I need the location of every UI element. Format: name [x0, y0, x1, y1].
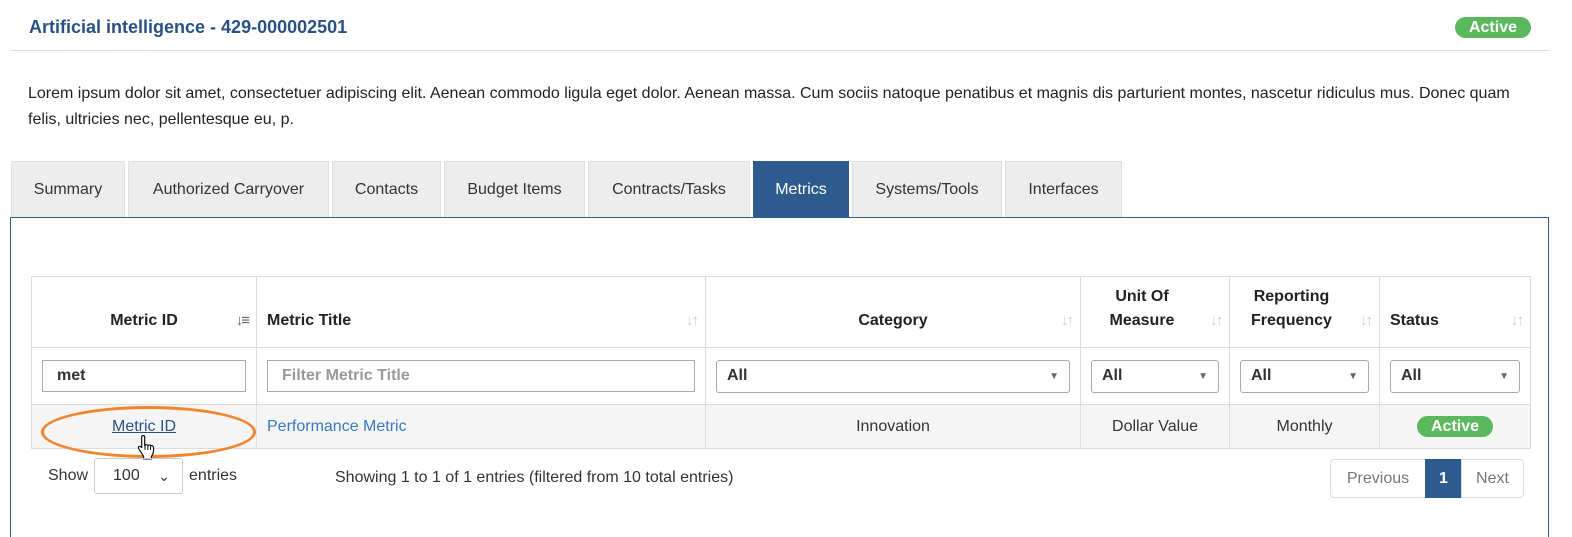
column-header-label-line2: Measure	[1109, 312, 1175, 329]
chevron-down-icon: ▼	[1049, 370, 1059, 382]
unit-cell: Dollar Value	[1080, 404, 1230, 449]
metric-title-cell: Performance Metric	[256, 404, 706, 449]
sort-icon[interactable]: ↓↑	[686, 309, 699, 333]
column-header-label: Status	[1390, 312, 1439, 329]
metric-id-link[interactable]: Metric ID	[112, 418, 176, 435]
sort-icon[interactable]: ↓↑	[1210, 309, 1223, 333]
metrics-panel: Metric ID ↓≡ Metric Title ↓↑ Category ↓↑…	[10, 217, 1549, 537]
sort-icon[interactable]: ↓↑	[1511, 309, 1524, 333]
pagination: Previous 1 Next	[1330, 459, 1524, 498]
select-value: All	[727, 367, 748, 384]
tab-contacts[interactable]: Contacts	[332, 161, 441, 217]
tab-contracts-tasks[interactable]: Contracts/Tasks	[588, 161, 750, 217]
metric-id-filter-input[interactable]	[42, 360, 246, 392]
status-badge: Active	[1454, 17, 1531, 38]
hand-pointer-icon	[137, 434, 155, 460]
tab-metrics[interactable]: Metrics	[753, 161, 849, 218]
filter-cell: All ▼	[705, 347, 1081, 405]
metric-title-filter-input[interactable]	[267, 360, 695, 392]
column-header-label: Metric Title	[267, 312, 352, 329]
column-header-label: Metric ID	[110, 312, 178, 329]
status-filter-select[interactable]: All ▼	[1390, 359, 1520, 393]
select-value: All	[1251, 367, 1272, 384]
page-1-button[interactable]: 1	[1425, 459, 1462, 498]
chevron-down-icon: ▼	[1499, 370, 1509, 382]
show-label: Show	[48, 467, 89, 484]
category-filter-select[interactable]: All ▼	[716, 359, 1070, 393]
column-header-metric-id[interactable]: Metric ID ↓≡	[31, 276, 257, 348]
previous-page-button[interactable]: Previous	[1330, 459, 1426, 498]
column-header-unit-of-measure[interactable]: Unit Of Measure ↓↑	[1080, 276, 1230, 348]
page-header: Artificial intelligence - 429-000002501 …	[11, 0, 1549, 51]
table-info: Showing 1 to 1 of 1 entries (filtered fr…	[335, 469, 734, 486]
column-header-label: Unit Of	[1115, 288, 1169, 305]
column-header-status[interactable]: Status ↓↑	[1379, 276, 1531, 348]
table-row: Metric ID Performance Metric Innovation …	[31, 404, 1531, 449]
next-page-button[interactable]: Next	[1461, 459, 1524, 498]
filter-cell: All ▼	[1229, 347, 1380, 405]
column-header-label: Reporting	[1253, 288, 1330, 305]
chevron-down-icon: ▼	[1348, 370, 1358, 382]
category-cell: Innovation	[705, 404, 1081, 449]
column-header-label-line2: Frequency	[1251, 312, 1332, 329]
column-header-label: Category	[858, 312, 928, 329]
filter-cell	[256, 347, 706, 405]
column-header-metric-title[interactable]: Metric Title ↓↑	[256, 276, 706, 348]
tab-budget-items[interactable]: Budget Items	[444, 161, 585, 217]
page-length-control: Show 100 ⌄ entries	[48, 458, 237, 494]
status-badge: Active	[1416, 416, 1494, 437]
tab-authorized-carryover[interactable]: Authorized Carryover	[128, 161, 329, 217]
select-value: All	[1102, 367, 1123, 384]
unit-filter-select[interactable]: All ▼	[1091, 359, 1219, 393]
frequency-filter-select[interactable]: All ▼	[1240, 359, 1369, 393]
sort-icon[interactable]: ↓↑	[1360, 309, 1373, 333]
tab-summary[interactable]: Summary	[11, 161, 125, 217]
chevron-down-icon: ⌄	[158, 467, 171, 484]
column-header-category[interactable]: Category ↓↑	[705, 276, 1081, 348]
metric-title-link[interactable]: Performance Metric	[267, 418, 407, 435]
filter-cell: All ▼	[1379, 347, 1531, 405]
chevron-down-icon: ▼	[1198, 370, 1208, 382]
page-title: Artificial intelligence - 429-000002501	[29, 17, 348, 37]
select-value: 100	[113, 467, 140, 484]
tab-bar: Summary Authorized Carryover Contacts Bu…	[11, 161, 1125, 218]
metrics-table: Metric ID ↓≡ Metric Title ↓↑ Category ↓↑…	[31, 276, 1531, 449]
select-value: All	[1401, 367, 1422, 384]
filter-cell: All ▼	[1080, 347, 1230, 405]
column-header-reporting-frequency[interactable]: Reporting Frequency ↓↑	[1229, 276, 1380, 348]
page-length-select[interactable]: 100 ⌄	[94, 458, 184, 494]
frequency-cell: Monthly	[1229, 404, 1380, 449]
tab-interfaces[interactable]: Interfaces	[1005, 161, 1122, 217]
filter-cell	[31, 347, 257, 405]
status-cell: Active	[1379, 404, 1531, 449]
project-description: Lorem ipsum dolor sit amet, consectetuer…	[28, 85, 1510, 128]
tab-systems-tools[interactable]: Systems/Tools	[852, 161, 1002, 217]
sort-icon[interactable]: ↓↑	[1061, 309, 1074, 333]
entries-label: entries	[189, 467, 238, 484]
sort-ascending-icon[interactable]: ↓≡	[236, 309, 250, 333]
